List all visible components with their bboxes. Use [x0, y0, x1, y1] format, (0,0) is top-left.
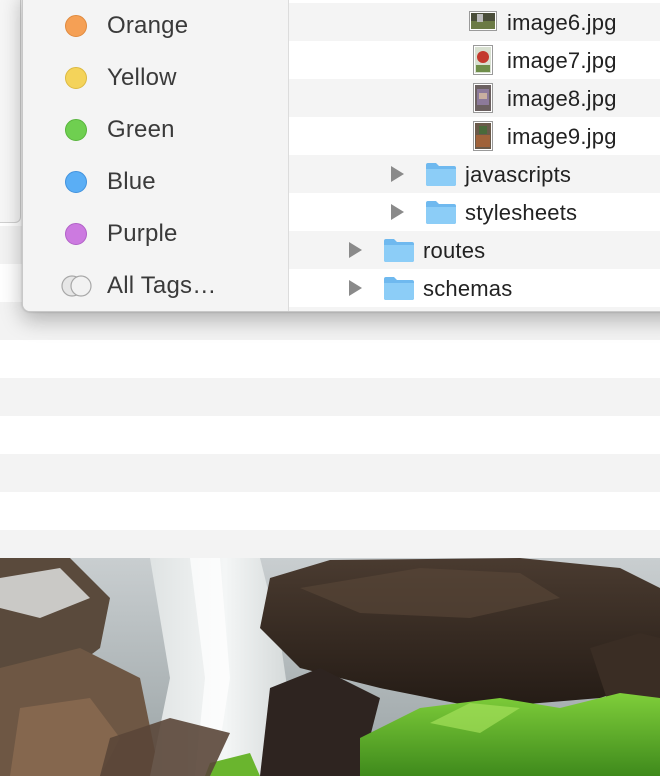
folder-name: stylesheets [465, 200, 578, 225]
folder-icon [384, 277, 414, 300]
list-item[interactable] [289, 307, 660, 311]
portrait-thumbnail-icon [473, 121, 493, 151]
folder-icon [426, 201, 456, 224]
background-row [0, 416, 660, 454]
green-tag-dot-icon [65, 119, 87, 141]
background-row [0, 492, 660, 530]
portrait-thumbnail-icon [473, 45, 493, 75]
sidebar-tag-green[interactable]: Green [23, 110, 288, 150]
back-window-edge [0, 0, 21, 223]
folder-name: javascripts [465, 162, 572, 187]
disclosure-triangle-icon[interactable] [349, 242, 362, 258]
sidebar-tag-yellow[interactable]: Yellow [23, 58, 288, 98]
folder-icon [384, 239, 414, 262]
background-row [0, 378, 660, 416]
file-list: image6.jpg image7.jpg image8.jpg image9.… [289, 0, 660, 311]
sidebar-tag-blue[interactable]: Blue [23, 162, 288, 202]
sidebar-tags: Orange Yellow Green Blue Purple All Tags… [23, 0, 289, 311]
purple-tag-dot-icon [65, 223, 87, 245]
tag-label: Yellow [107, 64, 177, 91]
file-name: image9.jpg [507, 124, 617, 149]
sidebar-all-tags[interactable]: All Tags… [23, 266, 288, 306]
folder-name: routes [423, 238, 486, 263]
blue-tag-dot-icon [65, 171, 87, 193]
sidebar-tag-orange[interactable]: Orange [23, 6, 288, 46]
list-item[interactable]: stylesheets [289, 193, 660, 231]
file-name: image6.jpg [507, 10, 617, 35]
tag-label: Purple [107, 220, 178, 247]
finder-window: Orange Yellow Green Blue Purple All Tags… [22, 0, 660, 312]
wallpaper-photo [0, 558, 660, 776]
list-item[interactable]: routes [289, 231, 660, 269]
tag-label: All Tags… [107, 272, 217, 299]
list-item[interactable]: schemas [289, 269, 660, 307]
file-name: image8.jpg [507, 86, 617, 111]
landscape-thumbnail-icon [469, 11, 497, 31]
orange-tag-dot-icon [65, 15, 87, 37]
list-item[interactable]: image7.jpg [289, 41, 660, 79]
tag-label: Green [107, 116, 175, 143]
disclosure-triangle-icon[interactable] [391, 204, 404, 220]
tag-label: Orange [107, 12, 189, 39]
yellow-tag-dot-icon [65, 67, 87, 89]
tag-label: Blue [107, 168, 156, 195]
sidebar-tag-purple[interactable]: Purple [23, 214, 288, 254]
background-row [0, 454, 660, 492]
folder-icon [426, 163, 456, 186]
folder-name: schemas [423, 276, 513, 301]
background-row [0, 340, 660, 378]
all-tags-icon [61, 275, 92, 297]
disclosure-triangle-icon[interactable] [391, 166, 404, 182]
file-name: image7.jpg [507, 48, 617, 73]
background-row [0, 530, 660, 558]
disclosure-triangle-icon[interactable] [349, 280, 362, 296]
portrait-thumbnail-icon [473, 83, 493, 113]
list-item[interactable]: image6.jpg [289, 3, 660, 41]
list-item[interactable]: image9.jpg [289, 117, 660, 155]
list-item[interactable]: javascripts [289, 155, 660, 193]
list-item[interactable]: image8.jpg [289, 79, 660, 117]
